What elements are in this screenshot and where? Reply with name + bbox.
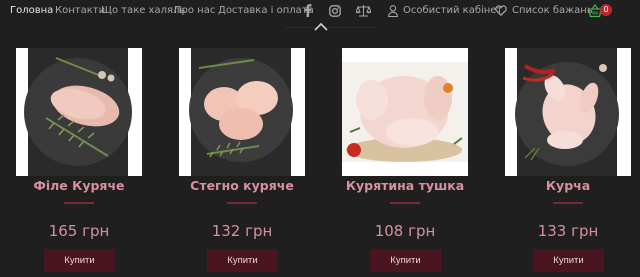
product-price: 108 грн bbox=[374, 222, 436, 240]
account-link[interactable]: Особистий кабінет bbox=[388, 3, 502, 18]
title-underline bbox=[227, 202, 257, 204]
nav-link-delivery[interactable]: Доставка і оплата bbox=[218, 5, 314, 17]
buy-button[interactable]: Купити bbox=[533, 249, 604, 272]
header-divider-left bbox=[285, 27, 315, 28]
header-divider-right bbox=[330, 27, 375, 28]
user-icon bbox=[388, 4, 398, 17]
scales-icon[interactable] bbox=[355, 3, 371, 18]
product-title[interactable]: Курятина тушка bbox=[322, 178, 488, 193]
wishlist-label: Список бажань bbox=[512, 5, 593, 16]
nav-link-halal[interactable]: Що таке халяль bbox=[101, 5, 185, 17]
title-underline bbox=[390, 202, 420, 204]
product-price: 133 грн bbox=[537, 222, 599, 240]
product-card[interactable]: Філе Куряче 165 грн Купити bbox=[16, 48, 142, 277]
buy-button[interactable]: Купити bbox=[207, 249, 278, 272]
cart-count-badge: 0 bbox=[600, 4, 612, 16]
chevron-up-icon[interactable] bbox=[314, 22, 328, 32]
buy-button[interactable]: Купити bbox=[370, 249, 441, 272]
nav-link-about[interactable]: Про нас bbox=[174, 5, 215, 17]
cart-button[interactable]: 0 bbox=[588, 3, 614, 18]
title-underline bbox=[64, 202, 94, 204]
product-image-chicken-fillet[interactable] bbox=[16, 48, 142, 176]
wishlist-link[interactable]: Список бажань bbox=[495, 3, 593, 18]
facebook-icon[interactable] bbox=[303, 3, 313, 18]
product-price: 165 грн bbox=[48, 222, 110, 240]
product-price: 132 грн bbox=[211, 222, 273, 240]
heart-icon bbox=[495, 5, 507, 16]
nav-link-home[interactable]: Головна bbox=[10, 5, 53, 17]
product-card[interactable]: Стегно куряче 132 грн Купити bbox=[179, 48, 305, 277]
product-title[interactable]: Курча bbox=[485, 178, 640, 193]
buy-button[interactable]: Купити bbox=[44, 249, 115, 272]
product-image-chicken-thigh[interactable] bbox=[179, 48, 305, 176]
product-title[interactable]: Стегно куряче bbox=[159, 178, 325, 193]
nav-link-contacts[interactable]: Контакти bbox=[55, 5, 105, 17]
product-card[interactable]: Курча 133 грн Купити bbox=[505, 48, 631, 277]
product-image-whole-chicken[interactable] bbox=[342, 48, 468, 176]
product-card[interactable]: Курятина тушка 108 грн Купити bbox=[342, 48, 468, 277]
top-navigation: Головна Контакти Що таке халяль Про нас … bbox=[0, 0, 640, 24]
product-image-young-chicken[interactable] bbox=[505, 48, 631, 176]
account-label: Особистий кабінет bbox=[403, 5, 503, 16]
title-underline bbox=[553, 202, 583, 204]
product-title[interactable]: Філе Куряче bbox=[0, 178, 162, 193]
instagram-icon[interactable] bbox=[328, 3, 341, 18]
